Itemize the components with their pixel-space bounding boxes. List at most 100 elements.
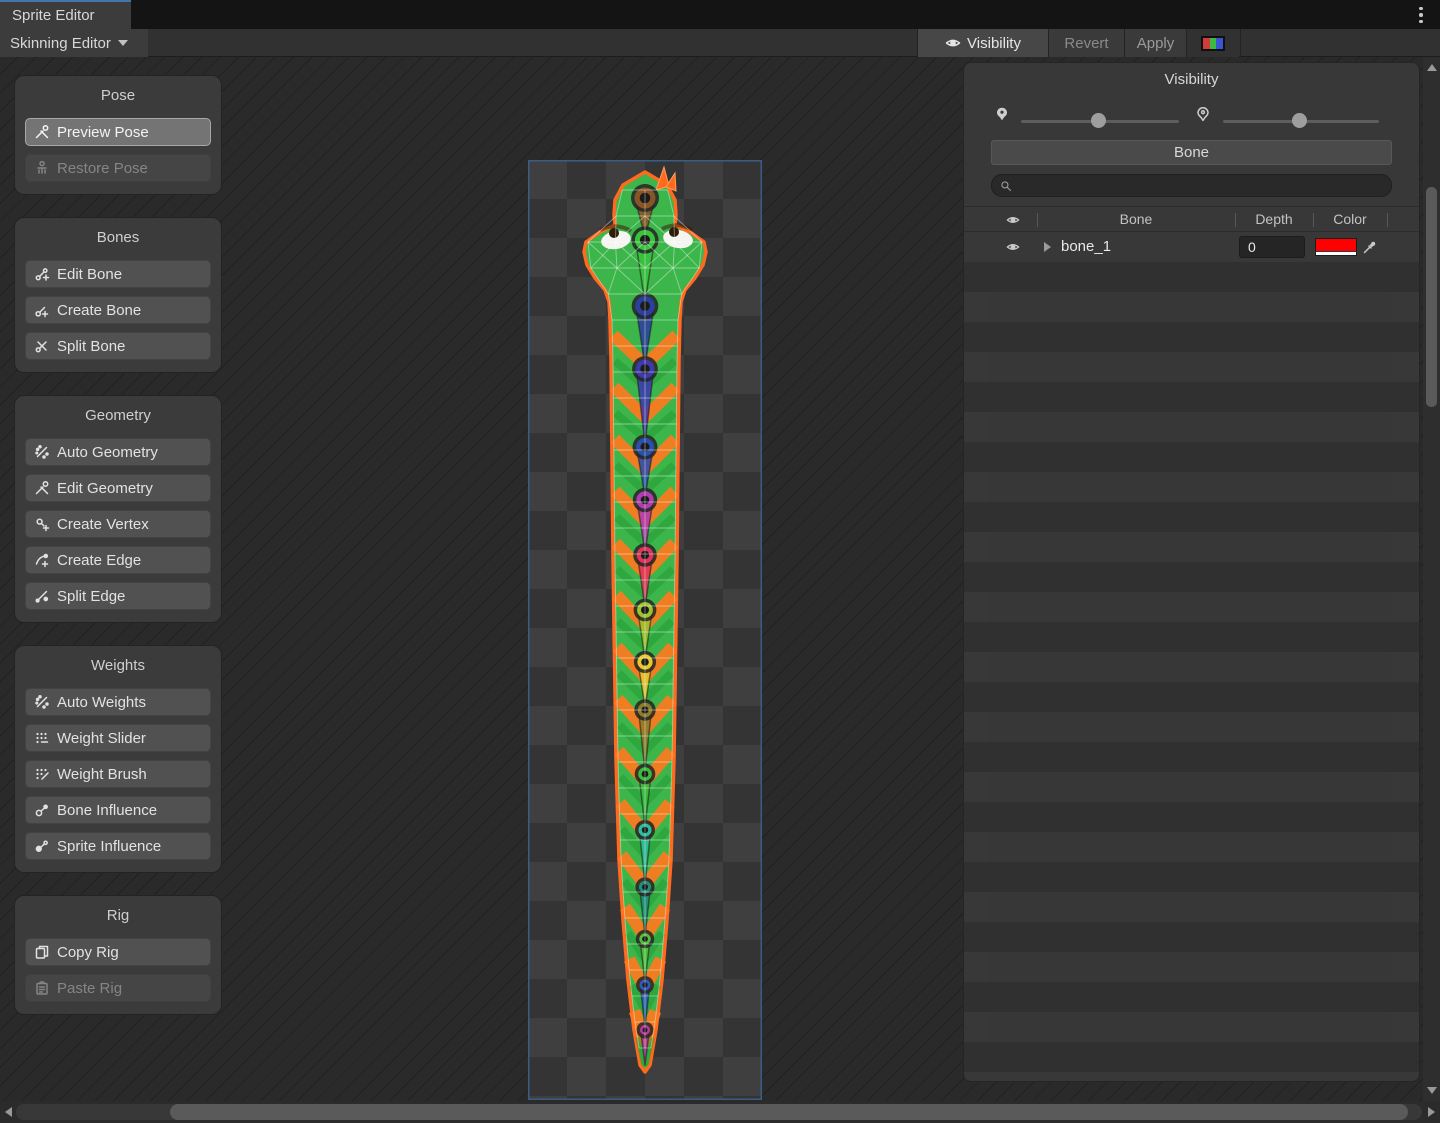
vertical-scrollbar-thumb[interactable] — [1426, 187, 1437, 407]
empty-list-row — [964, 862, 1419, 892]
button-label: Weight Slider — [57, 730, 146, 747]
empty-list-row — [964, 802, 1419, 832]
sprite-influence-icon — [34, 838, 50, 854]
bone-opacity-slider-knob[interactable] — [1091, 113, 1106, 128]
scroll-up-arrow[interactable] — [1427, 64, 1437, 71]
toolbar: Skinning Editor Visibility Revert Apply — [0, 29, 1440, 57]
empty-list-row — [964, 262, 1419, 292]
button-label: Copy Rig — [57, 944, 119, 961]
empty-list-row — [989, 412, 1391, 442]
button-label: Sprite Influence — [57, 838, 161, 855]
vertical-scrollbar[interactable] — [1423, 57, 1440, 1101]
button-label: Edit Geometry — [57, 480, 153, 497]
column-depth: Depth — [1235, 211, 1313, 227]
color-mode-button[interactable] — [1187, 29, 1239, 57]
create-vertex-button[interactable]: Create Vertex — [25, 510, 211, 538]
scroll-down-arrow[interactable] — [1427, 1087, 1437, 1094]
chevron-down-icon — [118, 40, 128, 46]
panel-title: Bones — [25, 228, 211, 248]
bone-visibility-toggle[interactable] — [1003, 240, 1023, 260]
bone-table-row[interactable]: bone_1 — [964, 232, 1419, 262]
copy-rig-button[interactable]: Copy Rig — [25, 938, 211, 966]
expander-icon[interactable] — [1044, 242, 1051, 252]
editor-mode-dropdown[interactable]: Skinning Editor — [0, 29, 148, 57]
empty-list-row — [989, 952, 1391, 982]
bone-name: bone_1 — [1061, 238, 1111, 255]
search-box[interactable] — [991, 174, 1392, 197]
depth-input[interactable] — [1239, 236, 1305, 258]
tab-sprite-editor[interactable]: Sprite Editor — [0, 0, 131, 29]
bone-color-swatch[interactable] — [1315, 238, 1357, 256]
visibility-toggle-button[interactable]: Visibility — [918, 29, 1048, 57]
preview-pose-button[interactable]: Preview Pose — [25, 118, 211, 146]
auto-geometry-icon — [34, 444, 50, 460]
button-label: Weight Brush — [57, 766, 147, 783]
split-bone-button[interactable]: Split Bone — [25, 332, 211, 360]
panel-pose: PosePreview PoseRestore Pose — [14, 75, 222, 195]
search-input[interactable] — [1017, 178, 1383, 193]
sprite-canvas[interactable] — [528, 160, 762, 1100]
button-label: Paste Rig — [57, 980, 122, 997]
column-color: Color — [1313, 211, 1387, 227]
bone-influence-button[interactable]: Bone Influence — [25, 796, 211, 824]
kebab-menu-icon[interactable] — [1412, 5, 1430, 25]
button-label: Auto Weights — [57, 694, 146, 711]
weight-slider-icon — [34, 730, 50, 746]
weight-brush-icon — [34, 766, 50, 782]
weight-slider-button[interactable]: Weight Slider — [25, 724, 211, 752]
button-label: Create Edge — [57, 552, 141, 569]
auto-geometry-button[interactable]: Auto Geometry — [25, 438, 211, 466]
empty-list-row — [964, 562, 1419, 592]
panel-title: Rig — [25, 906, 211, 926]
editor-mode-label: Skinning Editor — [10, 35, 111, 52]
button-label: Restore Pose — [57, 160, 148, 177]
create-bone-icon — [34, 302, 50, 318]
preview-pose-icon — [34, 124, 50, 140]
eye-icon — [1003, 213, 1023, 233]
empty-list-row — [964, 382, 1419, 412]
skinning-editor-window: Sprite Editor Skinning Editor Visibility… — [0, 0, 1440, 1123]
empty-list-row — [989, 832, 1391, 862]
empty-list-row — [964, 922, 1419, 952]
edit-geometry-icon — [34, 480, 50, 496]
panel-geometry: GeometryAuto GeometryEdit GeometryCreate… — [14, 395, 222, 623]
empty-list-row — [964, 742, 1419, 772]
button-label: Edit Bone — [57, 266, 122, 283]
toolbar-separator — [1240, 29, 1241, 57]
mesh-visibility-slider-knob[interactable] — [1292, 113, 1307, 128]
split-edge-button[interactable]: Split Edge — [25, 582, 211, 610]
empty-list-row — [964, 622, 1419, 652]
split-edge-icon — [34, 588, 50, 604]
create-edge-icon — [34, 552, 50, 568]
create-edge-button[interactable]: Create Edge — [25, 546, 211, 574]
empty-list-row — [989, 1012, 1391, 1042]
empty-list-row — [989, 652, 1391, 682]
pipette-icon[interactable] — [1361, 238, 1379, 256]
bone-color-alpha — [1316, 252, 1356, 255]
auto-weights-button[interactable]: Auto Weights — [25, 688, 211, 716]
empty-list-row — [989, 892, 1391, 922]
empty-list-row — [989, 472, 1391, 502]
scroll-left-arrow[interactable] — [5, 1107, 12, 1117]
empty-list-row — [989, 772, 1391, 802]
paste-rig-icon — [34, 980, 50, 996]
scroll-right-arrow[interactable] — [1428, 1107, 1435, 1117]
revert-button-label: Revert — [1064, 35, 1108, 52]
revert-button[interactable]: Revert — [1049, 29, 1124, 57]
create-vertex-icon — [34, 516, 50, 532]
auto-weights-icon — [34, 694, 50, 710]
edit-geometry-button[interactable]: Edit Geometry — [25, 474, 211, 502]
edit-bone-button[interactable]: Edit Bone — [25, 260, 211, 288]
horizontal-scrollbar-thumb[interactable] — [170, 1104, 1408, 1120]
restore-pose-icon — [34, 160, 50, 176]
create-bone-button[interactable]: Create Bone — [25, 296, 211, 324]
empty-list-row — [989, 292, 1391, 322]
button-label: Bone Influence — [57, 802, 157, 819]
tab-bone[interactable]: Bone — [991, 140, 1392, 165]
weight-brush-button[interactable]: Weight Brush — [25, 760, 211, 788]
button-label: Split Edge — [57, 588, 125, 605]
apply-button[interactable]: Apply — [1125, 29, 1186, 57]
panel-bones: Bones Edit Bone Create Bone Split Bone — [14, 217, 222, 373]
horizontal-scrollbar[interactable] — [0, 1101, 1440, 1123]
sprite-influence-button[interactable]: Sprite Influence — [25, 832, 211, 860]
